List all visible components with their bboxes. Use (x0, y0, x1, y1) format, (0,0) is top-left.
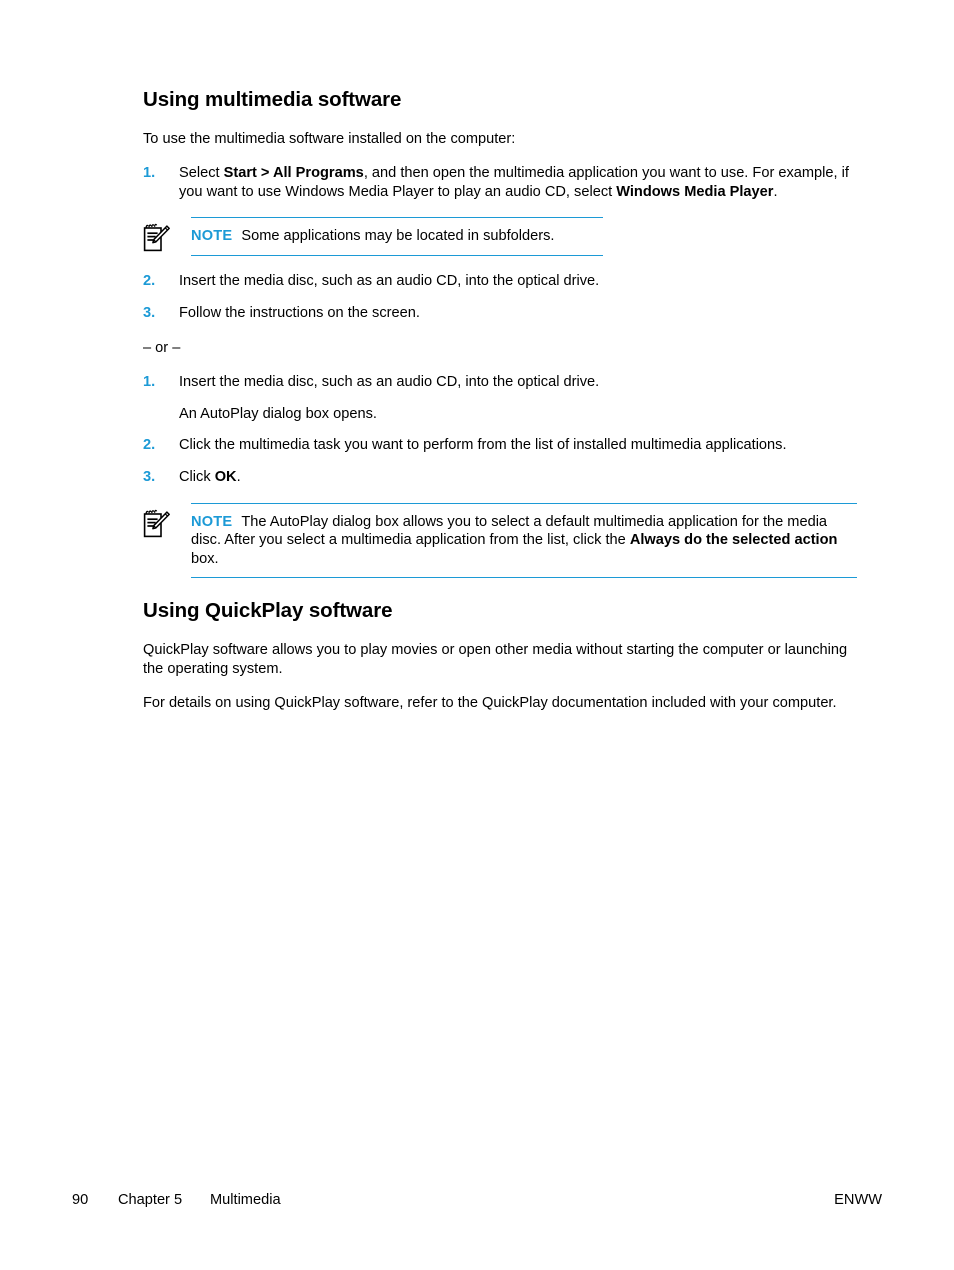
quickplay-paragraph-2: For details on using QuickPlay software,… (143, 695, 837, 712)
list-item: 2. Insert the media disc, such as an aud… (143, 272, 857, 291)
page-content: Using multimedia software To use the mul… (143, 88, 857, 713)
text-run: Insert the media disc, such as an audio … (179, 374, 600, 391)
note-body: NOTE Some applications may be located in … (191, 217, 603, 256)
list-item: 3. Follow the instructions on the screen… (143, 304, 857, 323)
note-pencil-icon (143, 224, 170, 252)
note-label: NOTE (191, 228, 233, 245)
list-item-subtext: An AutoPlay dialog box opens. (179, 405, 377, 422)
text-run: Follow the instructions on the screen. (179, 304, 420, 321)
note-body: NOTE The AutoPlay dialog box allows you t… (191, 502, 857, 579)
ordered-list-a: 1. Select Start > All Programs, and then… (143, 164, 857, 201)
note-text-line: NOTE The AutoPlay dialog box allows you t… (191, 513, 857, 569)
page-title-using-quickplay-software: Using QuickPlay software (143, 599, 393, 623)
note-icon-wrapper (143, 217, 191, 258)
list-item-number: 3. (143, 304, 156, 321)
ordered-list-b: 2. Insert the media disc, such as an aud… (143, 272, 857, 322)
note-callout-2: NOTE The AutoPlay dialog box allows you t… (143, 502, 857, 579)
footer-left-group: 90 Chapter 5 Multimedia (72, 1191, 281, 1209)
note-label: NOTE (191, 513, 233, 530)
list-item-text: Click the multimedia task you want to pe… (179, 436, 857, 455)
text-run: . (236, 468, 241, 485)
footer-chapter-number: Chapter 5 (118, 1192, 183, 1208)
text-run: Click (179, 468, 215, 485)
quickplay-paragraph-1: QuickPlay software allows you to play mo… (143, 641, 848, 677)
list-item-number: 3. (143, 468, 156, 485)
list-item-number: 1. (143, 165, 156, 182)
list-item-text: Select Start > All Programs, and then op… (179, 164, 857, 201)
list-item: 1. Select Start > All Programs, and then… (143, 164, 857, 201)
footer-page-number: 90 (72, 1192, 89, 1208)
text-run: box. (191, 550, 219, 567)
list-item-number: 1. (143, 374, 156, 391)
page-footer: 90 Chapter 5 Multimedia ENWW (72, 1191, 882, 1209)
list-item-text: Insert the media disc, such as an audio … (179, 272, 857, 291)
list-item-number: 2. (143, 437, 156, 454)
footer-chapter-title: Multimedia (210, 1192, 281, 1208)
intro-paragraph: To use the multimedia software installed… (143, 130, 516, 147)
note-message: The AutoPlay dialog box allows you to se… (191, 514, 837, 567)
list-item-text: Follow the instructions on the screen. (179, 304, 857, 323)
text-run: Insert the media disc, such as an audio … (179, 273, 600, 290)
text-run: Some applications may be located in subf… (241, 228, 555, 245)
bold-run: Windows Media Player (616, 183, 774, 200)
list-item-text: Insert the media disc, such as an audio … (179, 373, 857, 392)
or-divider: – or – (143, 339, 181, 356)
document-page: Using multimedia software To use the mul… (0, 0, 954, 1270)
bold-run: Start > All Programs (223, 165, 364, 182)
note-pencil-icon (143, 509, 170, 537)
bold-run: OK (214, 468, 237, 485)
note-icon-wrapper (143, 503, 191, 544)
list-item: 1. Insert the media disc, such as an aud… (143, 373, 857, 392)
note-text-line: NOTE Some applications may be located in … (191, 227, 603, 246)
note-callout-1: NOTE Some applications may be located in … (143, 217, 857, 258)
text-run: . (773, 183, 778, 200)
page-title-using-multimedia-software: Using multimedia software (143, 88, 402, 111)
bold-run: Always do the selected action (629, 532, 838, 549)
text-run: Select (179, 165, 224, 182)
list-item: 2. Click the multimedia task you want to… (143, 436, 857, 455)
list-item-number: 2. (143, 273, 156, 290)
list-item: 3. Click OK. (143, 468, 857, 487)
note-message: Some applications may be located in subf… (241, 228, 554, 244)
ordered-list-c: 1. Insert the media disc, such as an aud… (143, 373, 857, 486)
footer-locale-code: ENWW (834, 1192, 882, 1208)
text-run: Click the multimedia task you want to pe… (179, 437, 787, 454)
list-item-text: Click OK. (179, 468, 857, 487)
